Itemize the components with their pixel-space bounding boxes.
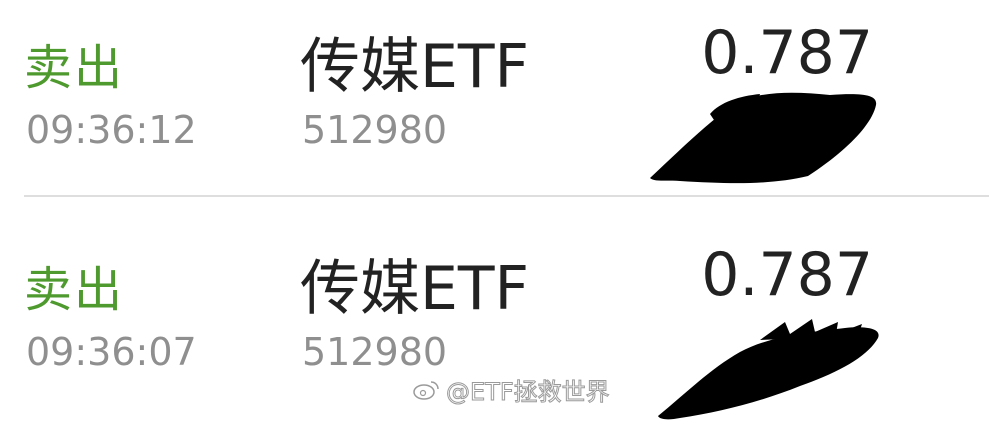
trade-price: 0.787 — [701, 240, 873, 310]
redaction-scribble — [650, 92, 877, 184]
watermark-text: @ETF拯救世界 — [446, 378, 611, 407]
trade-action: 卖出 — [24, 262, 125, 318]
redaction-scribble — [658, 319, 879, 420]
security-name: 传媒ETF — [300, 32, 530, 102]
weibo-icon — [413, 380, 439, 400]
security-code: 512980 — [302, 330, 448, 374]
row-divider — [24, 195, 989, 197]
trade-action: 卖出 — [24, 40, 125, 96]
trade-time: 09:36:12 — [26, 108, 197, 152]
trade-time: 09:36:07 — [26, 330, 197, 374]
security-code: 512980 — [302, 108, 448, 152]
watermark: @ETF拯救世界 — [412, 372, 610, 407]
trade-row[interactable]: 卖出 09:36:12 传媒ETF 512980 0.787 — [0, 0, 989, 196]
trade-price: 0.787 — [701, 18, 873, 88]
security-name: 传媒ETF — [300, 254, 530, 324]
